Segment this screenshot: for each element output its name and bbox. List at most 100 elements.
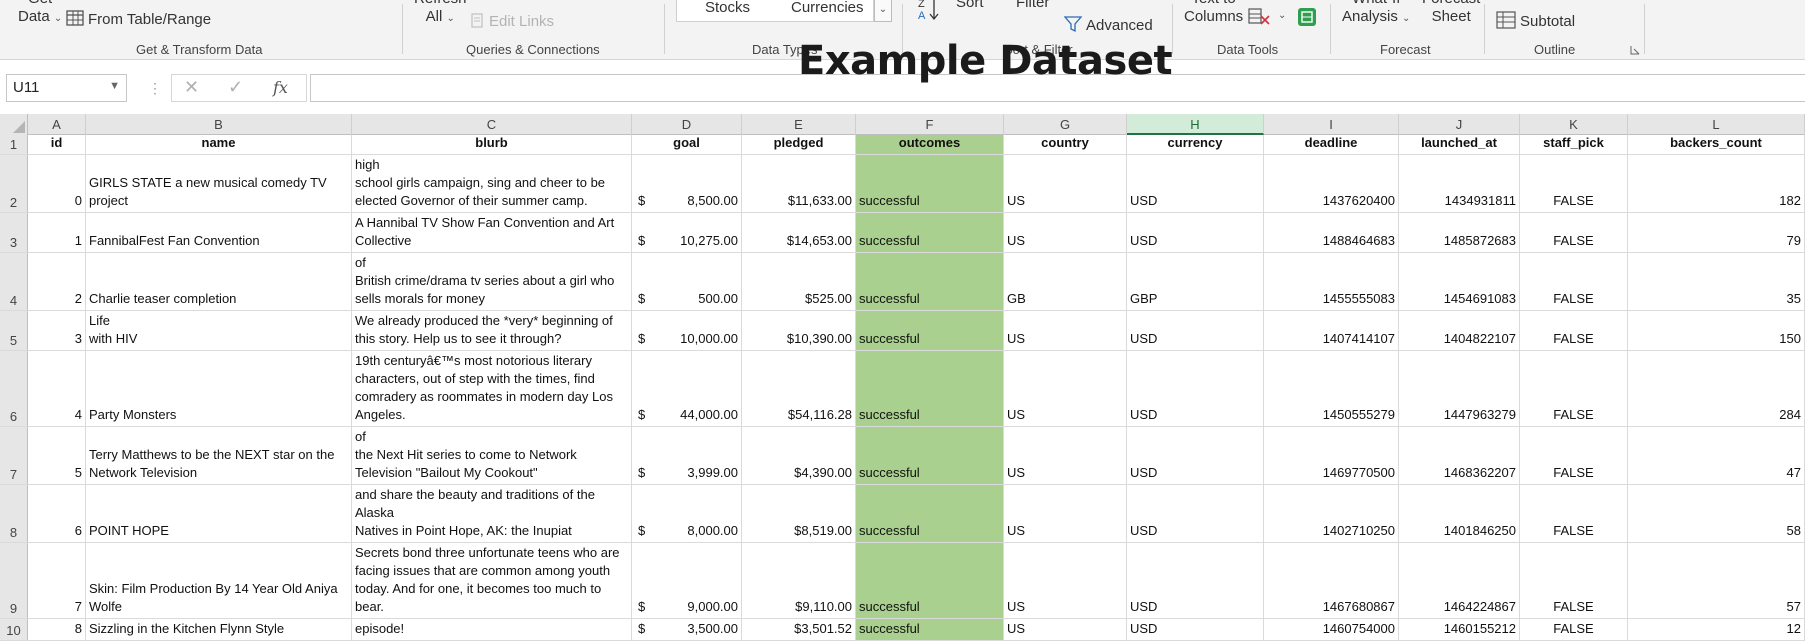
cell-launched-at[interactable]: 1468362207 <box>1399 427 1520 484</box>
cell-id[interactable]: 1 <box>28 213 86 252</box>
row-header[interactable]: 4 <box>0 253 28 310</box>
cell-deadline[interactable]: 1488464683 <box>1264 213 1399 252</box>
row-header[interactable]: 8 <box>0 485 28 542</box>
column-header-d[interactable]: D <box>632 114 742 135</box>
cell-launched-at[interactable]: 1447963279 <box>1399 351 1520 426</box>
chevron-down-icon[interactable]: ⌄ <box>1278 10 1286 21</box>
cell-pledged[interactable]: $3,501.52 <box>742 619 856 640</box>
insert-function-button[interactable]: fx <box>273 78 288 97</box>
cell-blurb[interactable]: The BBQ Daddy will be Filming the 1st ep… <box>352 427 632 484</box>
header-cell-blurb[interactable]: blurb <box>352 135 632 154</box>
cell-id[interactable]: 0 <box>28 155 86 212</box>
cell-blurb[interactable]: 19th centuryâ€™s most notorious literary… <box>352 351 632 426</box>
cell-id[interactable]: 4 <box>28 351 86 426</box>
gallery-expand-button[interactable]: ⌄ <box>874 0 892 22</box>
cell-blurb[interactable]: The story of "Point Hope" will honor, re… <box>352 485 632 542</box>
cell-staff-pick[interactable]: FALSE <box>1520 543 1628 618</box>
data-types-gallery[interactable]: Stocks Currencies <box>676 0 874 22</box>
cell-blurb[interactable]: Help us raise the funds to film our pilo… <box>352 619 632 640</box>
cell-blurb[interactable]: Completion fund for post-production for … <box>352 253 632 310</box>
column-header-e[interactable]: E <box>742 114 856 135</box>
cell-deadline[interactable]: 1467680867 <box>1264 543 1399 618</box>
cell-country[interactable]: US <box>1004 155 1127 212</box>
name-box[interactable]: U11 ▼ <box>6 74 127 102</box>
cell-backers-count[interactable]: 79 <box>1628 213 1805 252</box>
cell-goal[interactable]: $500.00 <box>632 253 742 310</box>
cell-outcomes[interactable]: successful <box>856 485 1004 542</box>
header-cell-launched-at[interactable]: launched_at <box>1399 135 1520 154</box>
cell-name[interactable]: Unsure/Positive: A Dramedy Series About … <box>86 311 352 350</box>
cell-blurb[interactable]: A Hannibal TV Show Fan Convention and Ar… <box>352 213 632 252</box>
cell-currency[interactable]: USD <box>1127 543 1264 618</box>
cell-goal[interactable]: $44,000.00 <box>632 351 742 426</box>
cell-name[interactable]: GIRLS STATE a new musical comedy TV proj… <box>86 155 352 212</box>
cell-launched-at[interactable]: 1404822107 <box>1399 311 1520 350</box>
cell-deadline[interactable]: 1437620400 <box>1264 155 1399 212</box>
cell-staff-pick[interactable]: FALSE <box>1520 155 1628 212</box>
get-data-button[interactable]: Get Data ⌄ <box>18 0 62 28</box>
cell-backers-count[interactable]: 182 <box>1628 155 1805 212</box>
cell-backers-count[interactable]: 58 <box>1628 485 1805 542</box>
from-table-range-button[interactable]: From Table/Range <box>66 6 211 29</box>
column-header-a[interactable]: A <box>28 114 86 135</box>
cell-currency[interactable]: USD <box>1127 485 1264 542</box>
cell-country[interactable]: US <box>1004 311 1127 350</box>
forecast-sheet-button[interactable]: Forecast Sheet <box>1422 0 1480 26</box>
header-cell-id[interactable]: id <box>28 135 86 154</box>
cell-deadline[interactable]: 1407414107 <box>1264 311 1399 350</box>
data-model-icon[interactable] <box>1296 6 1318 28</box>
cell-name[interactable]: Charlie teaser completion <box>86 253 352 310</box>
cell-name[interactable]: Terry Matthews to be the NEXT star on th… <box>86 427 352 484</box>
cell-outcomes[interactable]: successful <box>856 351 1004 426</box>
column-header-h[interactable]: H <box>1127 114 1264 135</box>
header-cell-pledged[interactable]: pledged <box>742 135 856 154</box>
cell-country[interactable]: US <box>1004 543 1127 618</box>
cell-staff-pick[interactable]: FALSE <box>1520 311 1628 350</box>
cell-pledged[interactable]: $8,519.00 <box>742 485 856 542</box>
column-header-i[interactable]: I <box>1264 114 1399 135</box>
cell-outcomes[interactable]: successful <box>856 543 1004 618</box>
header-cell-country[interactable]: country <box>1004 135 1127 154</box>
cell-id[interactable]: 3 <box>28 311 86 350</box>
row-header[interactable]: 9 <box>0 543 28 618</box>
cell-deadline[interactable]: 1469770500 <box>1264 427 1399 484</box>
header-cell-backers-count[interactable]: backers_count <box>1628 135 1805 154</box>
column-header-b[interactable]: B <box>86 114 352 135</box>
cell-staff-pick[interactable]: FALSE <box>1520 485 1628 542</box>
column-header-c[interactable]: C <box>352 114 632 135</box>
cell-blurb[interactable]: Secrets bond three unfortunate teens who… <box>352 543 632 618</box>
cell-outcomes[interactable]: successful <box>856 253 1004 310</box>
column-header-l[interactable]: L <box>1628 114 1805 135</box>
sort-button[interactable]: Sort <box>956 0 984 12</box>
cell-goal[interactable]: $3,999.00 <box>632 427 742 484</box>
column-header-j[interactable]: J <box>1399 114 1520 135</box>
cell-blurb[interactable]: We already produced the *very* beginning… <box>352 311 632 350</box>
cell-outcomes[interactable]: successful <box>856 311 1004 350</box>
cell-deadline[interactable]: 1402710250 <box>1264 485 1399 542</box>
cell-name[interactable]: Skin: Film Production By 14 Year Old Ani… <box>86 543 352 618</box>
header-cell-currency[interactable]: currency <box>1127 135 1264 154</box>
filter-button[interactable]: Filter <box>1016 0 1049 12</box>
cell-country[interactable]: US <box>1004 427 1127 484</box>
cell-id[interactable]: 5 <box>28 427 86 484</box>
cell-staff-pick[interactable]: FALSE <box>1520 619 1628 640</box>
cell-currency[interactable]: USD <box>1127 619 1264 640</box>
cell-pledged[interactable]: $525.00 <box>742 253 856 310</box>
column-header-k[interactable]: K <box>1520 114 1628 135</box>
cell-backers-count[interactable]: 150 <box>1628 311 1805 350</box>
enter-check-icon[interactable]: ✓ <box>228 77 243 98</box>
row-header[interactable]: 2 <box>0 155 28 212</box>
dialog-launcher-icon[interactable] <box>1630 45 1640 55</box>
header-cell-staff-pick[interactable]: staff_pick <box>1520 135 1628 154</box>
cell-outcomes[interactable]: successful <box>856 619 1004 640</box>
cell-pledged[interactable]: $11,633.00 <box>742 155 856 212</box>
cell-launched-at[interactable]: 1485872683 <box>1399 213 1520 252</box>
cell-name[interactable]: Party Monsters <box>86 351 352 426</box>
cell-name[interactable]: FannibalFest Fan Convention <box>86 213 352 252</box>
cell-country[interactable]: GB <box>1004 253 1127 310</box>
cell-pledged[interactable]: $54,116.28 <box>742 351 856 426</box>
cell-name[interactable]: POINT HOPE <box>86 485 352 542</box>
cell-id[interactable]: 8 <box>28 619 86 640</box>
cell-country[interactable]: US <box>1004 351 1127 426</box>
cell-id[interactable]: 2 <box>28 253 86 310</box>
